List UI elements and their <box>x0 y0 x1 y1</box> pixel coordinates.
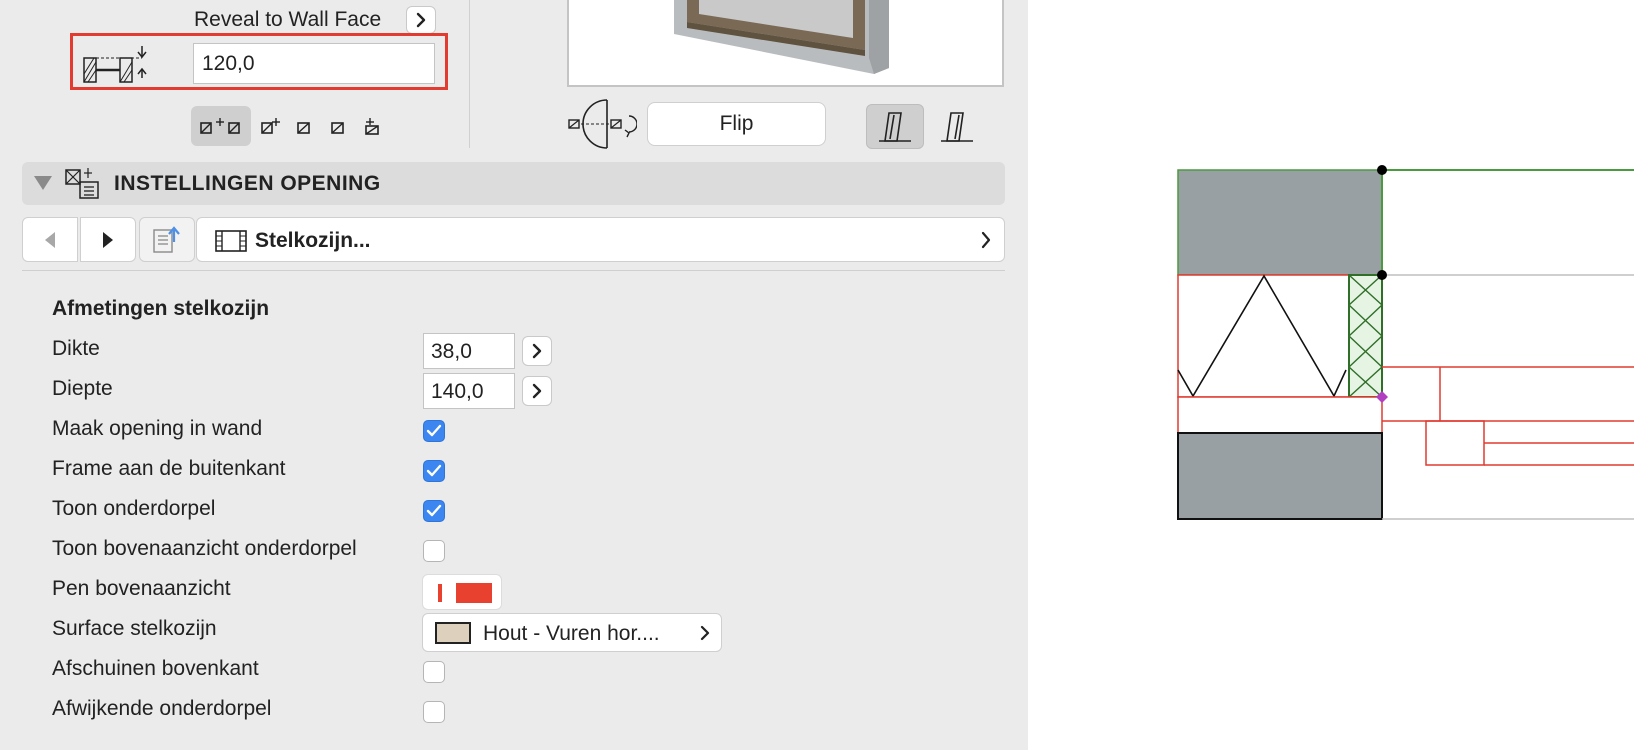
previous-page-button[interactable] <box>22 217 78 262</box>
dikte-label: Dikte <box>52 337 100 360</box>
chevron-right-icon <box>532 383 542 399</box>
section-title: INSTELLINGEN OPENING <box>114 172 381 195</box>
reveal-mode-2-button[interactable] <box>255 106 285 146</box>
section-header-instellingen-opening[interactable]: INSTELLINGEN OPENING <box>22 162 1005 205</box>
hotspot-top <box>1377 165 1387 175</box>
checkmark-icon <box>426 464 442 477</box>
reveal-box-icon <box>331 122 344 134</box>
page-selector-label: Stelkozijn... <box>255 229 371 252</box>
checkmark-icon <box>426 424 442 437</box>
afschuinen-checkbox[interactable] <box>423 661 445 683</box>
chevron-right-icon <box>700 625 710 641</box>
window-frame-preview-image <box>674 0 889 74</box>
triangle-right-icon <box>103 231 113 248</box>
reveal-mode-segment <box>191 106 387 146</box>
page-selector[interactable]: Stelkozijn... <box>196 217 1005 262</box>
frame-buitenkant-checkbox[interactable] <box>423 460 445 482</box>
pen-color-swatch <box>456 583 492 603</box>
diepte-label: Diepte <box>52 377 113 400</box>
reveal-mode-3-button[interactable] <box>289 106 319 146</box>
surface-value: Hout - Vuren hor.... <box>483 622 660 645</box>
reveal-side-icon <box>200 118 240 134</box>
door-side-b-icon <box>941 111 973 142</box>
settings-panel: Reveal to Wall Face 120,0 Flip INSTELLIN… <box>0 0 1028 750</box>
view-side-b-button[interactable] <box>928 104 986 149</box>
upper-wall-block <box>1177 169 1383 276</box>
floor-plan-detail <box>1177 165 1634 520</box>
collapse-triangle-icon <box>34 176 52 190</box>
reveal-box-icon <box>297 122 310 134</box>
afwijkende-onderdorpel-checkbox[interactable] <box>423 701 445 723</box>
checkmark-icon <box>426 504 442 517</box>
group-title-afmetingen: Afmetingen stelkozijn <box>52 297 270 320</box>
reveal-plus-icon <box>261 118 280 134</box>
afschuinen-label: Afschuinen bovenkant <box>52 657 259 680</box>
maak-opening-label: Maak opening in wand <box>52 417 263 440</box>
dikte-input[interactable]: 38,0 <box>423 333 515 369</box>
page-list-icon <box>153 225 180 253</box>
reveal-mode-1-button[interactable] <box>191 106 251 146</box>
dikte-arrow-button[interactable] <box>522 336 552 366</box>
lower-wall-block <box>1177 432 1383 520</box>
opening-settings-icon <box>62 166 104 202</box>
chevron-right-icon <box>981 231 991 249</box>
pen-bovenaanzicht-picker[interactable] <box>422 574 502 610</box>
maak-opening-checkbox[interactable] <box>423 420 445 442</box>
triangle-left-icon <box>45 231 55 248</box>
door-side-a-icon <box>879 111 911 142</box>
pen-line-sample <box>438 584 442 602</box>
frame-buitenkant-label: Frame aan de buitenkant <box>52 457 286 480</box>
page-list-button[interactable] <box>139 217 195 262</box>
chevron-right-icon <box>416 12 426 28</box>
window-3d-preview <box>567 0 1004 87</box>
reveal-mode-4-button[interactable] <box>323 106 353 146</box>
plan-drawing-canvas[interactable] <box>1028 0 1634 750</box>
chevron-right-icon <box>532 343 542 359</box>
surface-stelkozijn-label: Surface stelkozijn <box>52 617 217 640</box>
surface-swatch <box>435 622 471 644</box>
frame-page-icon <box>215 230 247 252</box>
next-page-button[interactable] <box>80 217 136 262</box>
view-side-a-button[interactable] <box>866 104 924 149</box>
section-divider <box>22 270 1005 271</box>
reveal-mode-5-button[interactable] <box>357 106 387 146</box>
flip-button[interactable]: Flip <box>647 102 826 146</box>
reveal-arrow-button[interactable] <box>406 6 436 34</box>
diepte-arrow-button[interactable] <box>522 376 552 406</box>
toon-bovenaanzicht-label: Toon bovenaanzicht onderdorpel <box>52 537 357 560</box>
hotspot-middle <box>1377 270 1387 280</box>
reveal-depth-input[interactable]: 120,0 <box>193 43 435 84</box>
stelkozijn-frame <box>1348 274 1383 398</box>
reveal-slant-icon <box>365 118 379 135</box>
afwijkende-onderdorpel-label: Afwijkende onderdorpel <box>52 697 272 720</box>
reveal-depth-icon <box>82 44 156 86</box>
flip-direction-icon <box>567 98 638 152</box>
sill-profile <box>1425 420 1485 466</box>
vertical-divider <box>469 0 470 148</box>
toon-onderdorpel-label: Toon onderdorpel <box>52 497 216 520</box>
toon-onderdorpel-checkbox[interactable] <box>423 500 445 522</box>
cavity-zone <box>1177 396 1383 434</box>
toon-bovenaanzicht-checkbox[interactable] <box>423 540 445 562</box>
surface-stelkozijn-picker[interactable]: Hout - Vuren hor.... <box>422 613 722 652</box>
diepte-input[interactable]: 140,0 <box>423 373 515 409</box>
reveal-to-wall-face-label: Reveal to Wall Face <box>194 8 382 31</box>
pen-bovenaanzicht-label: Pen bovenaanzicht <box>52 577 231 600</box>
